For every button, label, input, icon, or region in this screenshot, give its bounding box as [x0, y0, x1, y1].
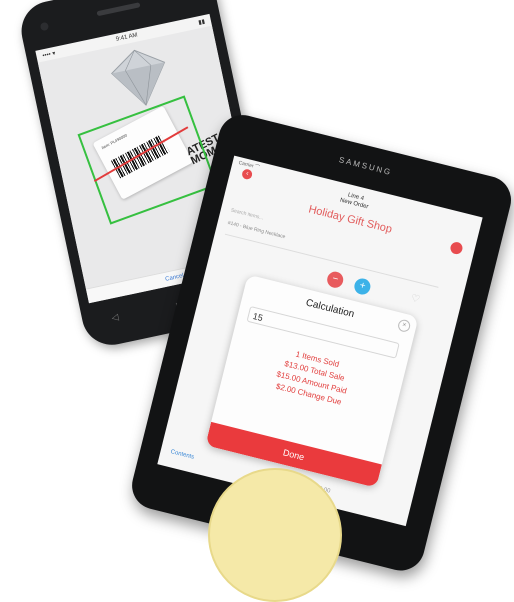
quantity-decrease-button[interactable]: − — [325, 270, 345, 290]
scan-target-frame — [77, 95, 218, 225]
signal-indicator: •••• ▾ — [41, 50, 56, 59]
quantity-increase-button[interactable]: + — [352, 276, 373, 297]
front-camera — [39, 21, 50, 32]
phone-speaker — [96, 2, 141, 17]
contents-link[interactable]: Contents — [170, 449, 195, 461]
promo-badge — [208, 468, 342, 602]
back-icon[interactable]: ◁ — [111, 312, 120, 324]
battery-icon: ▮▮ — [197, 18, 206, 26]
favorite-icon[interactable]: ♡ — [410, 293, 421, 306]
calculation-dialog: Calculation × 15 1 Items Sold $13.00 Tot… — [205, 274, 419, 488]
tablet-screen: Carrier ⌒ ‹ Line 4 New Order Holiday Gif… — [157, 155, 483, 527]
